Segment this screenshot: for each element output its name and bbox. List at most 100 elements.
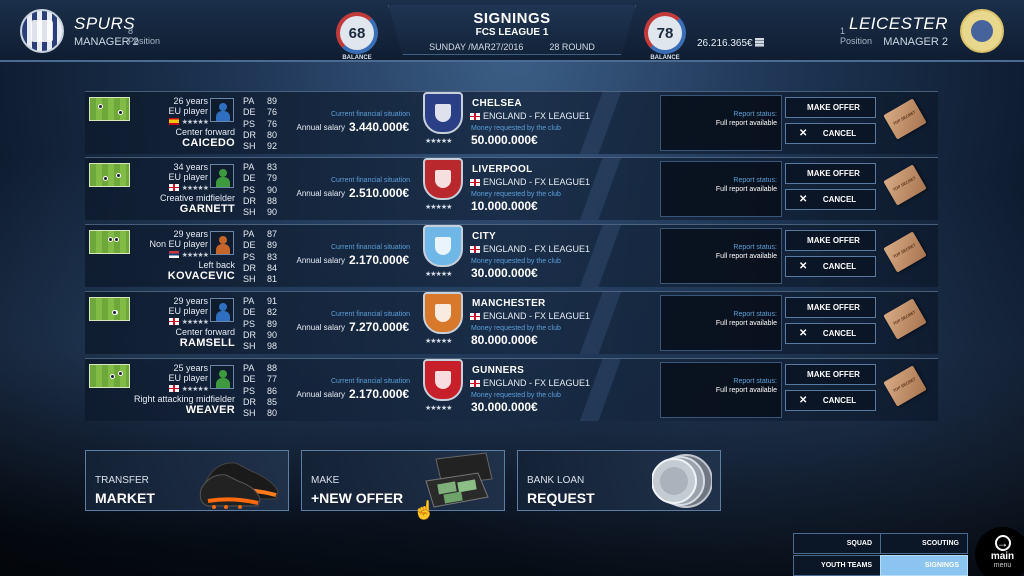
salary-value: 7.270.000€ — [349, 320, 410, 334]
leicester-crest-icon — [960, 9, 1004, 53]
stat-line: PA 89 — [243, 96, 277, 107]
stat-value: 80 — [266, 129, 277, 140]
close-icon: ✕ — [799, 128, 808, 139]
stat-label: DR — [243, 195, 256, 206]
stat-label: SH — [243, 207, 256, 218]
spurs-crest-icon — [20, 9, 64, 53]
stat-label: DE — [243, 307, 256, 318]
nav-signings[interactable]: SIGNINGS — [880, 555, 968, 576]
selling-club-name: LIVERPOOL — [472, 164, 533, 175]
bank-loan-bottom-label: REQUEST — [527, 490, 595, 506]
stat-label: SH — [243, 141, 256, 152]
new-offer-button[interactable]: MAKE +NEW OFFER — [301, 450, 505, 511]
main-menu-sublabel: menu — [993, 562, 1012, 569]
stat-label: SH — [243, 408, 256, 419]
make-offer-button[interactable]: MAKE OFFER — [785, 364, 876, 385]
stat-value: 86 — [266, 385, 277, 396]
player-stats: PA 88 DE 77 PS 86 DR 85 SH 80 — [243, 363, 277, 419]
top-header: SPURS MANAGER 2 8 Position 68 BALANCE SI… — [0, 0, 1024, 62]
make-offer-button[interactable]: MAKE OFFER — [785, 163, 876, 184]
salary-label: Annual salary — [296, 189, 345, 198]
country-flag-icon — [168, 251, 179, 258]
report-status-panel: Report status: Full report available — [660, 161, 782, 217]
stat-line: DE 77 — [243, 374, 277, 385]
money-requested-value: 30.000.000€ — [471, 400, 538, 414]
stat-label: SH — [243, 274, 256, 285]
report-status-panel: Report status: Full report available — [660, 228, 782, 284]
top-secret-report-icon[interactable]: TOP SECRET — [883, 231, 927, 273]
stat-label: PA — [243, 96, 255, 106]
top-secret-report-icon[interactable]: TOP SECRET — [883, 365, 927, 407]
row-divider — [565, 92, 635, 154]
away-balance-gauge: 78 — [644, 12, 686, 54]
signing-row[interactable]: 34 years EU player ★★★★★ Creative midfie… — [85, 157, 938, 220]
salary-label: Annual salary — [296, 256, 345, 265]
stat-line: DR 84 — [243, 263, 277, 274]
cancel-button[interactable]: ✕ CANCEL — [785, 390, 876, 411]
make-offer-button[interactable]: MAKE OFFER — [785, 97, 876, 118]
stat-label: PA — [243, 229, 255, 239]
player-stars: ★★★★★ — [181, 319, 209, 326]
report-status-value: Full report available — [715, 320, 777, 327]
stat-line: DE 76 — [243, 107, 277, 118]
make-offer-button[interactable]: MAKE OFFER — [785, 230, 876, 251]
player-avatar — [210, 365, 234, 389]
player-stats: PA 89 DE 76 PS 76 DR 80 SH 92 — [243, 96, 277, 152]
ticket-label: TOP SECRET — [891, 376, 917, 394]
salary-label: Annual salary — [296, 390, 345, 399]
away-club-panel: 1 Position LEICESTER MANAGER 2 — [840, 6, 1004, 56]
england-flag-icon — [470, 113, 480, 120]
player-avatar — [210, 98, 234, 122]
stat-value: 88 — [266, 195, 277, 206]
stat-value: 81 — [266, 274, 277, 285]
signing-row[interactable]: 26 years EU player ★★★★★ Center forward … — [85, 91, 938, 154]
cancel-button[interactable]: ✕ CANCEL — [785, 323, 876, 344]
top-secret-report-icon[interactable]: TOP SECRET — [883, 298, 927, 340]
stat-value: 89 — [266, 96, 277, 106]
salary-value: 3.440.000€ — [349, 120, 410, 134]
cancel-button[interactable]: ✕ CANCEL — [785, 123, 876, 144]
money-requested-label: Money requested by the club — [471, 125, 561, 132]
player-role: Left back — [198, 260, 235, 270]
home-position: 8 Position — [128, 26, 161, 46]
cancel-button[interactable]: ✕ CANCEL — [785, 189, 876, 210]
player-stars: ★★★★★ — [181, 119, 209, 126]
row-divider — [565, 225, 635, 287]
stat-value: 83 — [266, 251, 277, 262]
stat-line: DE 79 — [243, 173, 277, 184]
ticket-label: TOP SECRET — [891, 309, 917, 327]
bank-loan-button[interactable]: BANK LOAN REQUEST — [517, 450, 721, 511]
top-secret-report-icon[interactable]: TOP SECRET — [883, 164, 927, 206]
player-avatar — [210, 164, 234, 188]
nav-youth-teams[interactable]: YOUTH TEAMS — [793, 555, 881, 576]
selling-club-name: CHELSEA — [472, 98, 522, 109]
transfer-market-bottom-label: MARKET — [95, 490, 155, 506]
report-status-label: Report status: — [733, 311, 777, 318]
selling-club-name: MANCHESTER — [472, 298, 546, 309]
hand-cursor-icon: ☝ — [413, 500, 436, 520]
top-secret-report-icon[interactable]: TOP SECRET — [883, 98, 927, 140]
stat-label: SH — [243, 341, 256, 352]
transfer-market-button[interactable]: TRANSFER MARKET — [85, 450, 289, 511]
ticket-label: TOP SECRET — [891, 242, 917, 260]
money-requested-value: 30.000.000€ — [471, 266, 538, 280]
signing-row[interactable]: 25 years EU player ★★★★★ Right attacking… — [85, 358, 938, 421]
signing-row[interactable]: 29 years Non EU player ★★★★★ Left back K… — [85, 224, 938, 287]
nav-scouting[interactable]: SCOUTING — [880, 533, 968, 554]
cancel-button[interactable]: ✕ CANCEL — [785, 256, 876, 277]
stat-value: 91 — [266, 296, 277, 306]
stat-line: PS 86 — [243, 386, 277, 397]
selling-club-name: CITY — [472, 231, 496, 242]
salary-label: Annual salary — [296, 323, 345, 332]
nav-squad[interactable]: SQUAD — [793, 533, 881, 554]
make-offer-button[interactable]: MAKE OFFER — [785, 297, 876, 318]
stat-line: DE 82 — [243, 307, 277, 318]
stat-line: PS 83 — [243, 252, 277, 263]
pitch-position-icon — [89, 163, 130, 187]
signing-row[interactable]: 29 years EU player ★★★★★ Center forward … — [85, 291, 938, 354]
stat-label: PS — [243, 385, 256, 396]
report-status-value: Full report available — [715, 120, 777, 127]
report-status-panel: Report status: Full report available — [660, 295, 782, 351]
main-menu-button[interactable]: → main menu — [975, 527, 1024, 576]
club-stars: ★★★★★ — [425, 338, 452, 345]
